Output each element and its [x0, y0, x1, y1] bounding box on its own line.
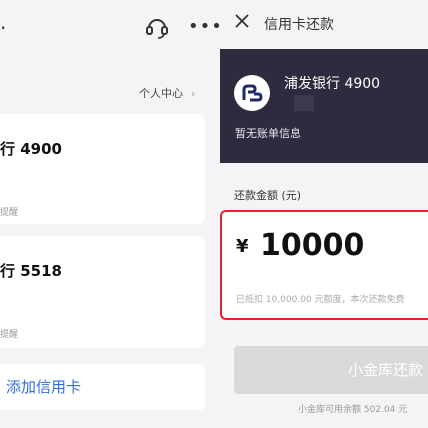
- amount-note: 已抵扣 10,000.00 元额度，本次还款免费: [236, 295, 405, 305]
- credit-card-item[interactable]: 行 4900 提醒: [0, 114, 205, 224]
- repay-button[interactable]: 小金库还款: [234, 346, 428, 394]
- card-name: 行 5518: [0, 262, 62, 280]
- headset-icon[interactable]: [144, 14, 170, 40]
- back-edge-icon[interactable]: ·: [0, 16, 6, 40]
- close-icon[interactable]: [234, 13, 250, 29]
- credit-card-item[interactable]: 行 5518 提醒: [0, 236, 205, 348]
- amount-value[interactable]: 10000: [260, 228, 364, 263]
- masked-info: [294, 95, 314, 111]
- bank-card: 浦发银行 4900 暂无账单信息: [220, 49, 428, 163]
- card-hint: 提醒: [0, 208, 19, 218]
- repayment-panel: 信用卡还款 浦发银行 4900 暂无账单信息 还款金额 (元) ¥ 10000 …: [220, 0, 428, 428]
- repay-button-label: 小金库还款: [348, 361, 424, 379]
- amount-input[interactable]: ¥ 10000 已抵扣 10,000.00 元额度，本次还款免费: [220, 210, 428, 320]
- personal-center-label: 个人中心: [139, 87, 183, 100]
- top-bar-icons: •••: [140, 12, 220, 40]
- balance-note: 小金库可用余额 502.04 元: [298, 405, 408, 415]
- panel-header: 信用卡还款: [220, 0, 428, 48]
- more-icon[interactable]: •••: [188, 16, 220, 37]
- panel-title: 信用卡还款: [264, 17, 334, 33]
- personal-center-link[interactable]: 个人中心 ›: [139, 85, 195, 101]
- add-credit-card-label: 添加信用卡: [6, 378, 82, 396]
- currency-symbol: ¥: [236, 236, 249, 257]
- amount-label: 还款金额 (元): [234, 189, 302, 202]
- bill-status: 暂无账单信息: [235, 127, 301, 140]
- card-hint: 提醒: [0, 330, 19, 340]
- add-credit-card-button[interactable]: 添加信用卡: [0, 364, 205, 410]
- credit-card-list-page: · ••• 个人中心 › 行 4900 提醒 行 5518 提醒 添加信用卡: [0, 0, 220, 428]
- chevron-right-icon: ›: [191, 87, 196, 100]
- bank-name: 浦发银行 4900: [284, 76, 381, 92]
- bank-logo-icon: [234, 75, 270, 111]
- card-name: 行 4900: [0, 140, 62, 158]
